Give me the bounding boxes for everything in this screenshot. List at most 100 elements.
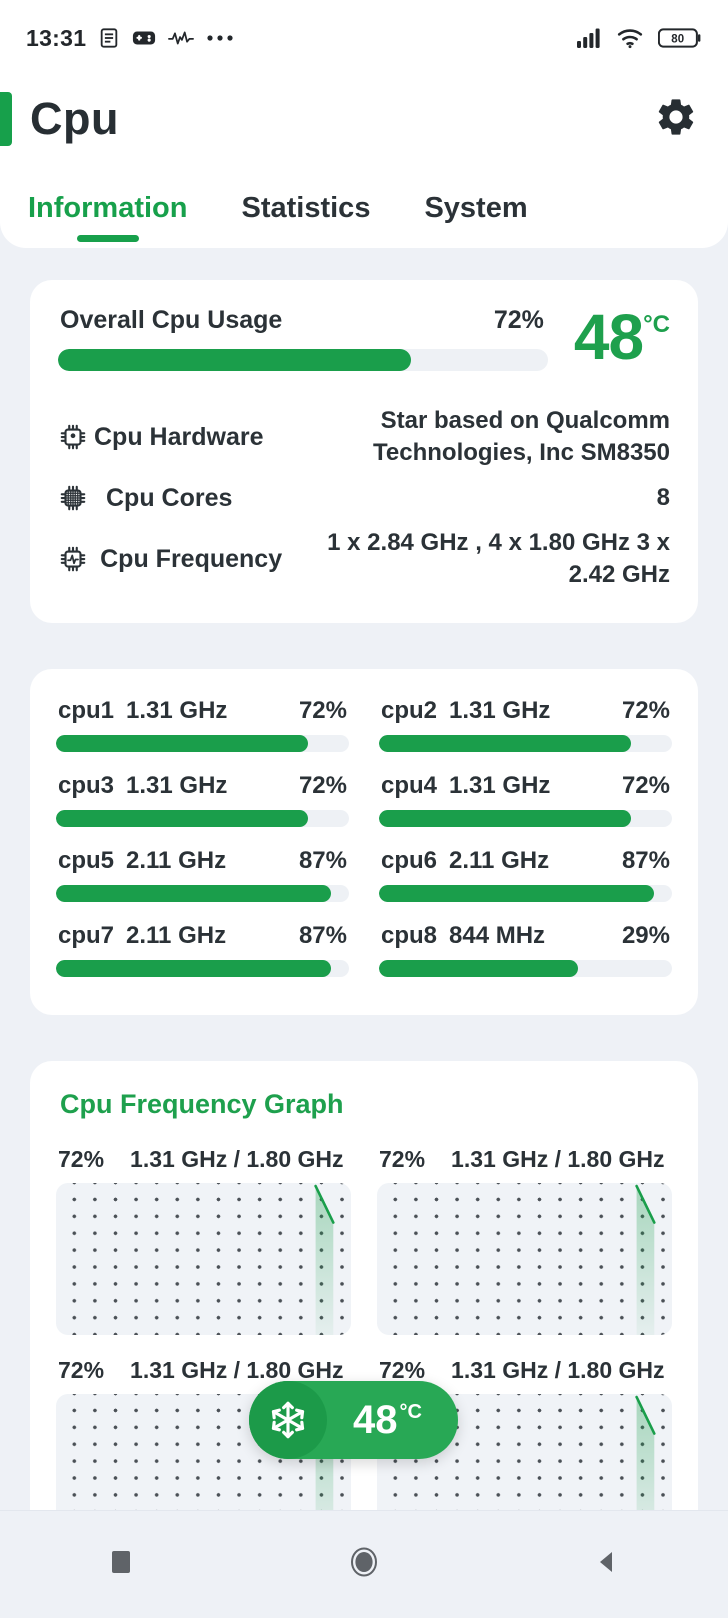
cpu-core-header: cpu3 1.31 GHz 72% xyxy=(56,766,349,800)
info-row-label: Cpu Frequency xyxy=(100,544,283,573)
graph-range: 1.31 GHz / 1.80 GHz xyxy=(451,1146,665,1172)
cpu-core-percent: 29% xyxy=(621,922,670,949)
cellular-signal-icon xyxy=(576,27,604,49)
graph-labels: 72% 1.31 GHz / 1.80 GHz xyxy=(377,1146,672,1183)
cpu-core-frequency: 2.11 GHz xyxy=(449,847,550,874)
cpu-core-header: cpu1 1.31 GHz 72% xyxy=(56,691,349,725)
home-button[interactable] xyxy=(304,1545,424,1584)
info-row-cpu-hardware: Cpu Hardware Star based on Qualcomm Tech… xyxy=(58,405,670,469)
gamepad-icon xyxy=(132,27,156,49)
info-row-label: Cpu Hardware xyxy=(94,422,264,451)
fab-temperature-unit: °C xyxy=(399,1401,422,1423)
overall-usage-bar-fill xyxy=(58,349,411,371)
cpu-temperature: 48 °C xyxy=(573,301,670,373)
graph-labels: 72% 1.31 GHz / 1.80 GHz xyxy=(56,1146,351,1183)
info-row-value: Star based on Qualcomm Technologies, Inc… xyxy=(373,407,670,466)
graph-range: 1.31 GHz / 1.80 GHz xyxy=(451,1357,665,1383)
cpu-core-bar-fill xyxy=(56,885,332,902)
info-row-cpu-cores: Cpu Cores 8 xyxy=(58,475,670,521)
cpu-core-grid: cpu1 1.31 GHz 72% cpu2 1.31 GHz 72% cpu3 1.31 G… xyxy=(56,691,672,989)
status-bar-clock: 13:31 xyxy=(26,24,87,51)
graph-percent: 72% xyxy=(379,1357,426,1383)
cpu-core-percent: 72% xyxy=(621,772,670,799)
cpu-core-bar-fill xyxy=(56,810,308,827)
fab-temperature-value: 48 xyxy=(353,1398,398,1442)
cpu-core-header: cpu7 2.11 GHz 87% xyxy=(56,916,349,950)
info-row-cpu-frequency: Cpu Frequency 1 x 2.84 GHz , 4 x 1.80 GH… xyxy=(58,527,670,591)
cpu-core-item: cpu5 2.11 GHz 87% xyxy=(56,841,349,914)
cpu-core-percent: 87% xyxy=(298,847,347,874)
cpu-cores-card: cpu1 1.31 GHz 72% cpu2 1.31 GHz 72% cpu3 1.31 G… xyxy=(30,669,698,1015)
tab-information-label: Information xyxy=(28,192,188,224)
tab-system-label: System xyxy=(424,192,528,224)
overall-usage-label: Overall Cpu Usage xyxy=(60,306,283,334)
back-button[interactable] xyxy=(547,1549,667,1580)
cpu-core-frequency: 2.11 GHz xyxy=(126,847,227,874)
cpu-core-header: cpu6 2.11 GHz 87% xyxy=(379,841,672,875)
graph-percent: 72% xyxy=(58,1146,105,1172)
cpu-core-bar-fill xyxy=(379,735,631,752)
cpu-core-frequency: 1.31 GHz xyxy=(126,772,228,799)
cpu-core-bar-track xyxy=(56,735,349,752)
cpu-core-header: cpu8 844 MHz 29% xyxy=(379,916,672,950)
ellipsis-icon xyxy=(206,34,234,42)
cpu-core-name: cpu1 xyxy=(58,697,115,724)
graph-line-svg xyxy=(377,1183,672,1335)
cpu-core-percent: 72% xyxy=(298,772,347,799)
cpu-core-item: cpu4 1.31 GHz 72% xyxy=(379,766,672,839)
cpu-core-bar-fill xyxy=(379,810,631,827)
status-bar-left: 13:31 xyxy=(26,25,234,52)
title-row: Cpu xyxy=(0,76,728,154)
recents-square-icon xyxy=(108,1549,134,1580)
cpu-core-bar-track xyxy=(56,810,349,827)
cpu-core-percent: 87% xyxy=(298,922,347,949)
cpu-temperature-value: 48 xyxy=(573,301,644,373)
cpu-core-name: cpu6 xyxy=(381,847,438,874)
status-bar: 13:31 80 xyxy=(0,0,728,76)
tab-information[interactable]: Information xyxy=(28,192,188,248)
overall-usage-bar-track xyxy=(58,349,548,371)
tab-system[interactable]: System xyxy=(424,192,527,248)
graph-plot xyxy=(377,1183,672,1335)
tab-underline-inactive xyxy=(445,235,507,242)
cpu-core-name: cpu5 xyxy=(58,847,115,874)
battery-level-text: 80 xyxy=(671,33,684,45)
info-row-value: 8 xyxy=(656,484,670,511)
cpu-core-item: cpu2 1.31 GHz 72% xyxy=(379,691,672,764)
chip-frequency-icon xyxy=(58,544,94,574)
settings-button[interactable] xyxy=(654,95,698,144)
battery-icon: 80 xyxy=(658,27,702,49)
cpu-core-name: cpu8 xyxy=(381,922,438,949)
tab-statistics-label: Statistics xyxy=(241,192,371,224)
cpu-core-bar-track xyxy=(379,885,672,902)
cpu-info-list: Cpu Hardware Star based on Qualcomm Tech… xyxy=(58,405,670,591)
cpu-core-item: cpu6 2.11 GHz 87% xyxy=(379,841,672,914)
phone-screen: 13:31 80 Cpu Information Statistics Syst… xyxy=(0,0,728,1618)
recents-button[interactable] xyxy=(61,1549,181,1580)
system-navigation-bar xyxy=(0,1510,728,1618)
cpu-frequency-graph-item: 72% 1.31 GHz / 1.80 GHz xyxy=(377,1146,672,1335)
cpu-core-name: cpu4 xyxy=(381,772,438,799)
cpu-core-bar-track xyxy=(56,960,349,977)
tab-statistics[interactable]: Statistics xyxy=(242,192,371,248)
wifi-icon xyxy=(617,27,645,49)
list-icon xyxy=(98,27,120,49)
cpu-core-bar-track xyxy=(379,810,672,827)
graph-percent: 72% xyxy=(379,1146,426,1172)
cpu-frequency-graph-item: 72% 1.31 GHz / 1.80 GHz xyxy=(56,1146,351,1335)
accent-bar xyxy=(0,92,12,146)
tab-bar: Information Statistics System xyxy=(0,154,728,248)
overall-usage-row: Overall Cpu Usage 72% xyxy=(58,306,548,335)
cpu-core-bar-track xyxy=(56,885,349,902)
overview-top: Overall Cpu Usage 72% 48 °C xyxy=(58,301,670,373)
cpu-core-frequency: 1.31 GHz xyxy=(449,772,551,799)
cpu-core-frequency: 1.31 GHz xyxy=(449,697,551,724)
cpu-core-name: cpu3 xyxy=(58,772,115,799)
status-bar-right: 80 xyxy=(576,27,702,49)
cpu-core-bar-fill xyxy=(56,960,332,977)
cpu-core-item: cpu8 844 MHz 29% xyxy=(379,916,672,989)
cooler-fab-button[interactable]: 48 °C xyxy=(249,1381,458,1459)
cpu-core-percent: 72% xyxy=(298,697,347,724)
cpu-core-item: cpu3 1.31 GHz 72% xyxy=(56,766,349,839)
info-row-value: 1 x 2.84 GHz , 4 x 1.80 GHz 3 x 2.42 GHz xyxy=(327,529,670,588)
